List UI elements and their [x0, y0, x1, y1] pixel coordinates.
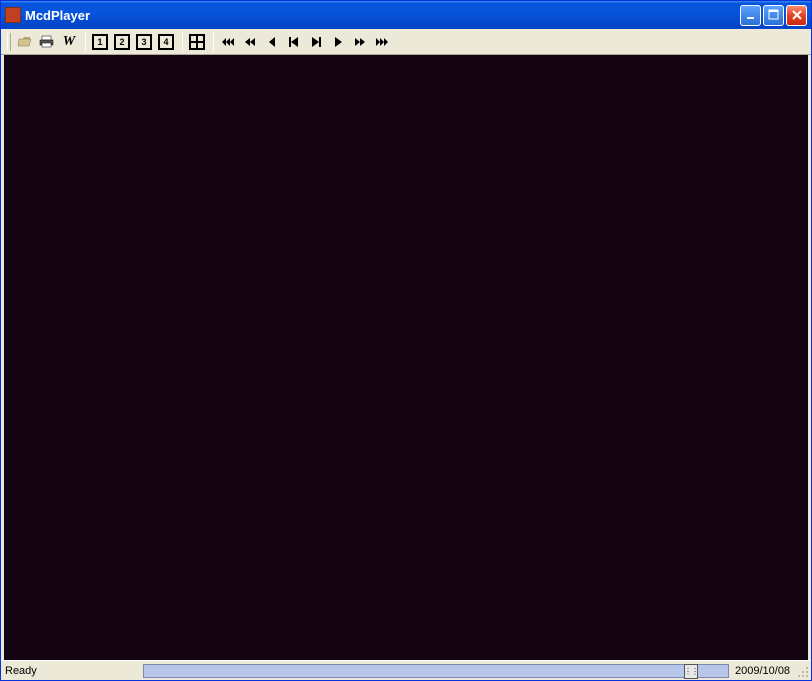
skip-end-button[interactable] — [306, 32, 326, 52]
skip-end-icon — [308, 34, 324, 50]
maximize-button[interactable] — [763, 5, 784, 26]
position-slider[interactable]: ⋮⋮ — [143, 664, 729, 678]
w-icon: W — [63, 34, 75, 50]
app-icon — [5, 7, 21, 23]
step-back-icon — [264, 34, 280, 50]
window-controls — [740, 5, 807, 26]
rewind-icon — [242, 34, 258, 50]
rewind-fast-button[interactable] — [218, 32, 238, 52]
box-1-icon: 1 — [92, 34, 108, 50]
printer-icon — [39, 34, 55, 50]
view-3-button[interactable]: 3 — [134, 32, 154, 52]
view-2-button[interactable]: 2 — [112, 32, 132, 52]
step-back-button[interactable] — [262, 32, 282, 52]
grid-icon — [189, 34, 205, 50]
toolbar: W 1 2 3 4 — [1, 29, 811, 55]
window-title: McdPlayer — [25, 8, 740, 23]
w-button[interactable]: W — [59, 32, 79, 52]
status-text: Ready — [1, 665, 141, 677]
skip-start-button[interactable] — [284, 32, 304, 52]
rewind-button[interactable] — [240, 32, 260, 52]
forward-fast-icon — [374, 34, 390, 50]
toolbar-separator — [85, 33, 86, 51]
box-3-icon: 3 — [136, 34, 152, 50]
position-slider-cell: ⋮⋮ — [141, 664, 731, 678]
forward-fast-button[interactable] — [372, 32, 392, 52]
rewind-fast-icon — [220, 34, 236, 50]
folder-open-icon — [17, 34, 33, 50]
open-button[interactable] — [15, 32, 35, 52]
statusbar: Ready ⋮⋮ 2009/10/08 — [1, 660, 811, 680]
grid-view-button[interactable] — [187, 32, 207, 52]
toolbar-separator — [182, 33, 183, 51]
video-viewport — [4, 55, 808, 660]
resize-grip[interactable] — [794, 663, 810, 679]
print-button[interactable] — [37, 32, 57, 52]
forward-icon — [352, 34, 368, 50]
toolbar-grip[interactable] — [7, 33, 11, 51]
close-button[interactable] — [786, 5, 807, 26]
view-4-button[interactable]: 4 — [156, 32, 176, 52]
minimize-button[interactable] — [740, 5, 761, 26]
window: McdPlayer — [0, 0, 812, 681]
box-2-icon: 2 — [114, 34, 130, 50]
forward-button[interactable] — [350, 32, 370, 52]
view-1-button[interactable]: 1 — [90, 32, 110, 52]
titlebar: McdPlayer — [1, 1, 811, 29]
box-4-icon: 4 — [158, 34, 174, 50]
play-button[interactable] — [328, 32, 348, 52]
play-icon — [330, 34, 346, 50]
toolbar-separator — [213, 33, 214, 51]
skip-start-icon — [286, 34, 302, 50]
slider-thumb[interactable]: ⋮⋮ — [684, 664, 698, 679]
